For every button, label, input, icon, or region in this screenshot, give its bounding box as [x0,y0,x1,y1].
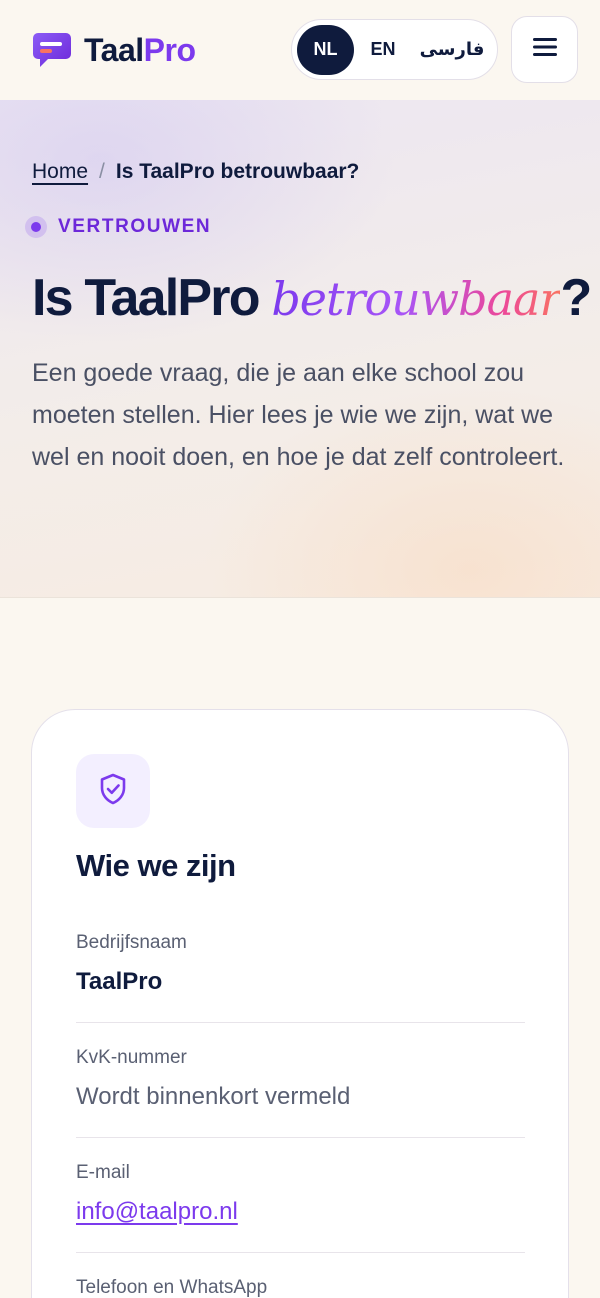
logo[interactable]: TaalPro [32,30,196,70]
field-company-name: Bedrijfsnaam TaalPro [76,932,525,996]
card-icon-tile [76,754,150,828]
hero-lead: Een goede vraag, die je aan elke school … [32,359,565,471]
divider [76,1022,525,1023]
field-label: Bedrijfsnaam [76,932,187,953]
email-link[interactable]: info@taalpro.nl [76,1198,525,1226]
dot-icon [25,216,47,238]
logo-text: TaalPro [84,30,196,70]
hamburger-icon [532,36,558,63]
breadcrumb-home-link[interactable]: Home [32,160,88,184]
lang-fa-button[interactable]: فارسی [412,25,492,75]
field-label: KvK-nummer [76,1047,187,1068]
lang-en-button[interactable]: EN [354,25,412,75]
eyebrow: VERTROUWEN [25,216,211,238]
site-header: TaalPro NL EN فارسی [0,0,600,100]
page-title: Is TaalPro betrouwbaar? [32,266,592,331]
card-title: Wie we zijn [76,848,236,883]
menu-button[interactable] [511,16,578,83]
divider [76,1137,525,1138]
who-we-are-card: Wie we zijn Bedrijfsnaam TaalPro KvK-num… [31,709,569,1298]
title-end: ? [560,269,592,327]
divider [76,1252,525,1253]
field-email: E-mail info@taalpro.nl [76,1162,525,1226]
logo-text-main: Taal [84,32,144,68]
lang-nl-button[interactable]: NL [297,24,354,75]
title-start: Is TaalPro [32,269,272,327]
title-accent: betrouwbaar [271,272,561,326]
breadcrumb: Home / Is TaalPro betrouwbaar? [32,160,359,184]
shield-check-icon [99,773,127,810]
breadcrumb-current: Is TaalPro betrouwbaar? [115,160,360,183]
field-kvk-number: KvK-nummer Wordt binnenkort vermeld [76,1047,525,1111]
breadcrumb-separator: / [99,160,105,183]
eyebrow-text: VERTROUWEN [58,216,212,237]
language-switcher: NL EN فارسی [291,19,498,80]
field-label: Telefoon en WhatsApp [76,1277,268,1298]
field-value: TaalPro [76,968,163,995]
field-phone-whatsapp: Telefoon en WhatsApp [76,1277,525,1298]
hero-section: Home / Is TaalPro betrouwbaar? VERTROUWE… [0,100,600,598]
field-value: Wordt binnenkort vermeld [76,1083,351,1110]
field-label: E-mail [76,1162,130,1183]
logo-text-accent: Pro [143,32,196,68]
chat-bubble-logo-icon [32,30,72,70]
